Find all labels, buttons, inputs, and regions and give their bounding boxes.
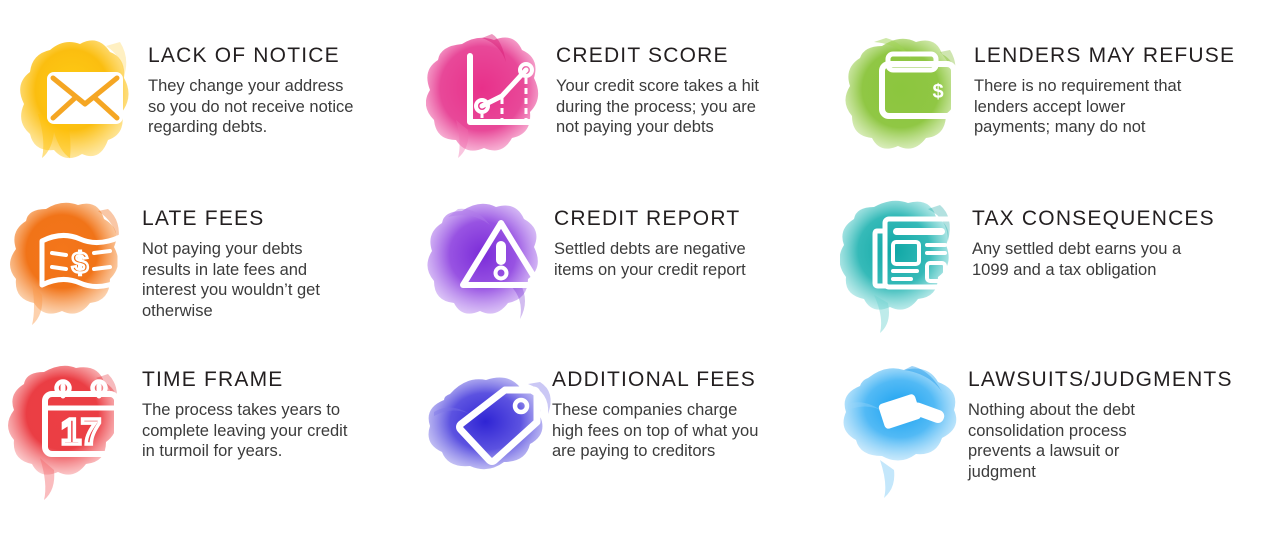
text-block: ADDITIONAL FEES These companies charge h… (552, 364, 758, 462)
text-block: TIME FRAME The process takes years to co… (142, 364, 347, 462)
text-block: CREDIT REPORT Settled debts are negative… (554, 203, 746, 280)
icon-container (840, 352, 990, 502)
text-block: TAX CONSEQUENCES Any settled debt earns … (972, 203, 1215, 280)
cell-body: Settled debts are negative items on your… (554, 240, 746, 279)
text-block: CREDIT SCORE Your credit score takes a h… (556, 40, 759, 138)
icon-container (426, 189, 576, 339)
cell-body: There is no requirement that lenders acc… (974, 77, 1182, 137)
cell-title: LAWSUITS/JUDGMENTS (968, 368, 1233, 391)
cell-title: CREDIT SCORE (556, 44, 729, 67)
infographic-grid: LACK OF NOTICE They change your address … (0, 0, 1272, 538)
icon-container: $ (844, 24, 994, 174)
info-cell-credit-report: CREDIT REPORT Settled debts are negative… (410, 183, 820, 344)
info-cell-time-frame: 17 TIME FRAME The process takes years to… (0, 344, 410, 556)
line-chart-icon (467, 53, 541, 125)
info-cell-additional-fees: ADDITIONAL FEES These companies charge h… (410, 344, 820, 556)
info-cell-lenders-may-refuse: $ LENDERS MAY REFUSE There is no require… (820, 18, 1272, 183)
cell-body: Any settled debt earns you a 1099 and a … (972, 240, 1182, 279)
cell-title: LACK OF NOTICE (148, 44, 340, 67)
icon-container: 17 (6, 354, 156, 504)
cell-body: The process takes years to complete leav… (142, 401, 348, 461)
cell-title: TIME FRAME (142, 368, 284, 391)
wallet-icon: $ (879, 51, 957, 119)
cell-title: LENDERS MAY REFUSE (974, 44, 1236, 67)
icon-container (426, 24, 576, 174)
newspaper-icon (872, 216, 956, 290)
text-block: LAWSUITS/JUDGMENTS Nothing about the deb… (968, 364, 1233, 482)
calendar-icon: 17 (42, 379, 120, 457)
warning-triangle-icon (460, 220, 542, 288)
info-cell-late-fees: $ LATE FEES Not paying your debts result… (0, 183, 410, 344)
info-cell-lack-of-notice: LACK OF NOTICE They change your address … (0, 18, 410, 183)
text-block: LATE FEES Not paying your debts results … (142, 203, 320, 321)
price-tag-icon (456, 386, 541, 465)
svg-text:$: $ (932, 81, 943, 103)
cell-title: CREDIT REPORT (554, 207, 741, 230)
cell-body: These companies charge high fees on top … (552, 401, 759, 461)
banknote-icon: $ (39, 233, 123, 289)
gavel-icon (878, 394, 945, 429)
cell-body: Your credit score takes a hit during the… (556, 77, 759, 137)
icon-container (10, 28, 160, 178)
envelope-icon (47, 72, 123, 124)
cell-title: LATE FEES (142, 207, 265, 230)
icon-container: $ (6, 191, 156, 341)
svg-text:$: $ (72, 247, 89, 280)
cell-body: Not paying your debts results in late fe… (142, 240, 320, 320)
cell-title: TAX CONSEQUENCES (972, 207, 1215, 230)
info-cell-lawsuits-judgments: LAWSUITS/JUDGMENTS Nothing about the deb… (820, 344, 1272, 556)
icon-container (424, 354, 574, 504)
cell-body: Nothing about the debt consolidation pro… (968, 401, 1135, 481)
calendar-day: 17 (61, 411, 101, 452)
cell-body: They change your address so you do not r… (148, 77, 354, 137)
info-cell-credit-score: CREDIT SCORE Your credit score takes a h… (410, 18, 820, 183)
info-cell-tax-consequences: TAX CONSEQUENCES Any settled debt earns … (820, 183, 1272, 344)
cell-title: ADDITIONAL FEES (552, 368, 756, 391)
icon-container (840, 187, 990, 337)
text-block: LACK OF NOTICE They change your address … (148, 40, 353, 138)
text-block: LENDERS MAY REFUSE There is no requireme… (974, 40, 1235, 138)
